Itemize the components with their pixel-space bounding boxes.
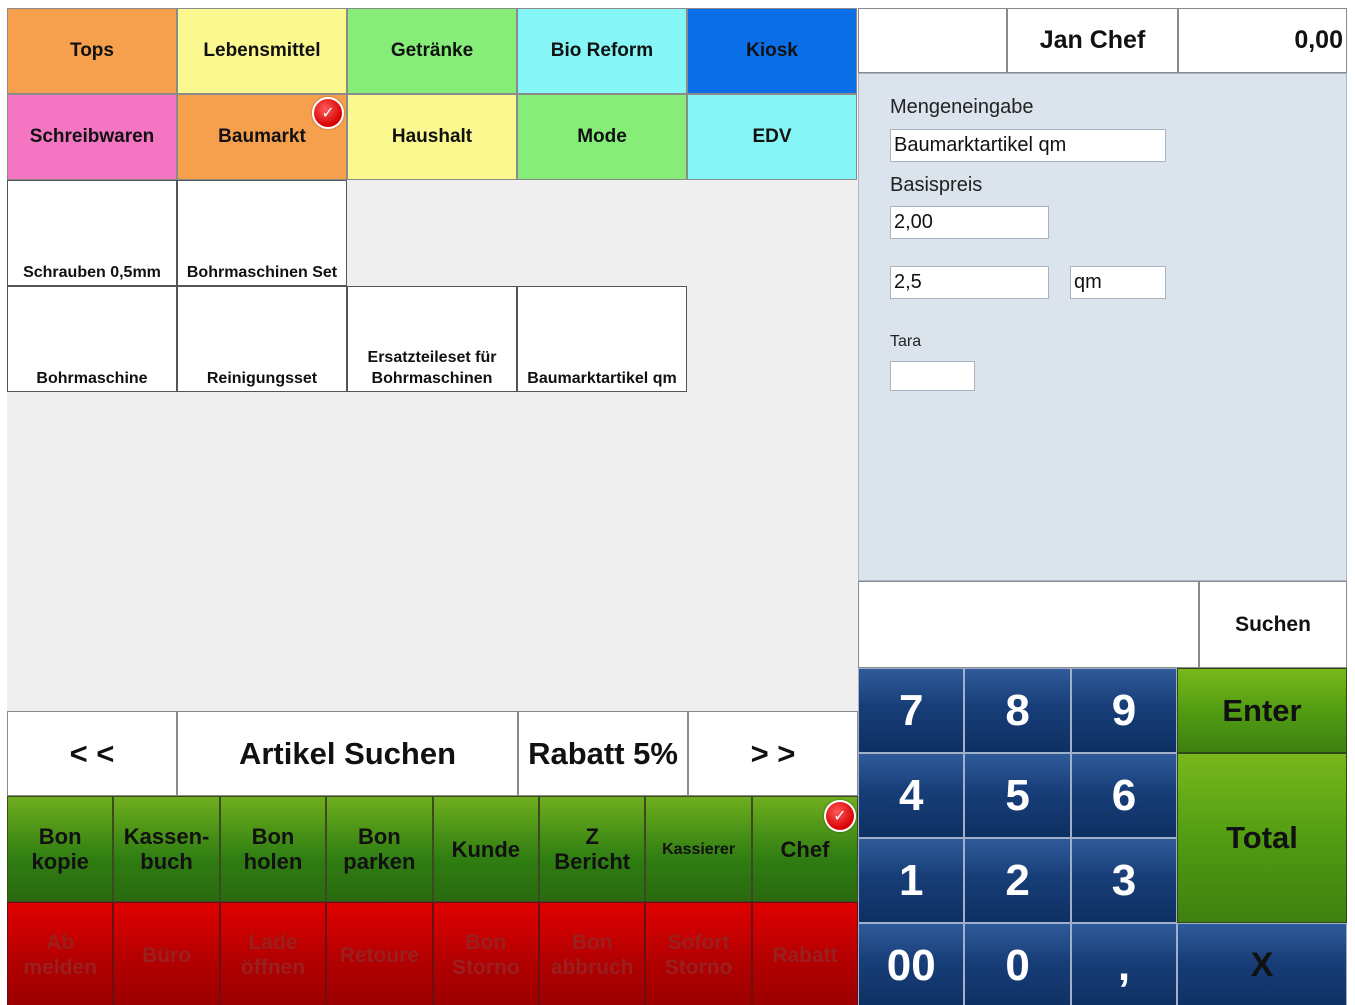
category-schreibwaren[interactable]: Schreibwaren	[7, 94, 177, 180]
category-lebensmittel[interactable]: Lebensmittel	[177, 8, 347, 94]
current-user-label: Jan Chef	[1007, 8, 1178, 73]
key-1[interactable]: 1	[858, 838, 965, 923]
sofort-storno-button[interactable]: Sofort Storno	[645, 902, 752, 1005]
bon-abbruch-button[interactable]: Bon abbruch	[539, 902, 646, 1005]
bon-storno-button[interactable]: Bon Storno	[432, 902, 539, 1005]
category-mode[interactable]: Mode	[517, 94, 687, 180]
key-0[interactable]: 0	[964, 923, 1071, 1005]
tara-field[interactable]	[890, 361, 975, 391]
quantity-panel-title: Mengeneingabe	[890, 96, 1034, 118]
key-2[interactable]: 2	[964, 838, 1071, 923]
category-kiosk[interactable]: Kiosk	[687, 8, 857, 94]
total-amount-display: 0,00	[1178, 8, 1347, 73]
total-button[interactable]: Total	[1177, 753, 1347, 923]
bon-parken-button[interactable]: Bon parken	[326, 796, 433, 902]
discount-5-button[interactable]: Rabatt 5%	[518, 711, 688, 796]
rabatt-button[interactable]: Rabatt	[751, 902, 859, 1005]
key-5[interactable]: 5	[964, 753, 1071, 838]
büro-button[interactable]: Büro	[113, 902, 220, 1005]
quantity-field[interactable]: 2,5	[890, 266, 1049, 299]
key-00[interactable]: 00	[858, 923, 965, 1005]
search-input[interactable]	[858, 581, 1199, 668]
base-price-label: Basispreis	[890, 174, 983, 196]
article-name-field[interactable]: Baumarktartikel qm	[890, 129, 1166, 162]
category-tops[interactable]: Tops	[7, 8, 177, 94]
kunde-button[interactable]: Kunde	[432, 796, 539, 902]
article-search-button[interactable]: Artikel Suchen	[177, 711, 518, 796]
unit-field[interactable]: qm	[1070, 266, 1166, 299]
next-page-button[interactable]: > >	[688, 711, 858, 796]
enter-button[interactable]: Enter	[1177, 668, 1347, 753]
tara-label: Tara	[890, 333, 922, 350]
product-bohrmaschinen-set[interactable]: Bohrmaschinen Set	[177, 180, 347, 286]
category-haushalt[interactable]: Haushalt	[347, 94, 517, 180]
lade-öffnen-button[interactable]: Lade öffnen	[219, 902, 327, 1005]
category-edv[interactable]: EDV	[687, 94, 857, 180]
base-price-field[interactable]: 2,00	[890, 206, 1049, 239]
product-schrauben-0-5mm[interactable]: Schrauben 0,5mm	[7, 180, 177, 286]
product-reinigungsset[interactable]: Reinigungsset	[177, 286, 347, 392]
product-bohrmaschine[interactable]: Bohrmaschine	[7, 286, 177, 392]
key-3[interactable]: 3	[1070, 838, 1178, 923]
kassen-buch-button[interactable]: Kassen- buch	[113, 796, 220, 902]
key-4[interactable]: 4	[858, 753, 965, 838]
selected-check-icon: ✓	[823, 800, 856, 832]
category-bio-reform[interactable]: Bio Reform	[517, 8, 687, 94]
bon-holen-button[interactable]: Bon holen	[219, 796, 327, 902]
retoure-button[interactable]: Retoure	[326, 902, 433, 1005]
z-bericht-button[interactable]: Z Bericht	[539, 796, 646, 902]
key-8[interactable]: 8	[964, 668, 1071, 753]
comma-key[interactable]: ,	[1070, 923, 1178, 1005]
selected-check-icon: ✓	[312, 97, 344, 129]
kassierer-button[interactable]: Kassierer	[645, 796, 752, 902]
clear-button[interactable]: X	[1177, 923, 1347, 1005]
product-ersatzteileset-für-bohrmaschinen[interactable]: Ersatzteileset für Bohrmaschinen	[347, 286, 517, 392]
bon-kopie-button[interactable]: Bon kopie	[7, 796, 114, 902]
key-6[interactable]: 6	[1070, 753, 1178, 838]
previous-page-button[interactable]: < <	[7, 711, 177, 796]
key-9[interactable]: 9	[1070, 668, 1178, 753]
header-blank-cell	[858, 8, 1007, 73]
key-7[interactable]: 7	[858, 668, 965, 753]
product-baumarktartikel-qm[interactable]: Baumarktartikel qm	[517, 286, 687, 392]
search-button[interactable]: Suchen	[1199, 581, 1347, 668]
ab-melden-button[interactable]: Ab melden	[7, 902, 114, 1005]
category-getränke[interactable]: Getränke	[347, 8, 517, 94]
